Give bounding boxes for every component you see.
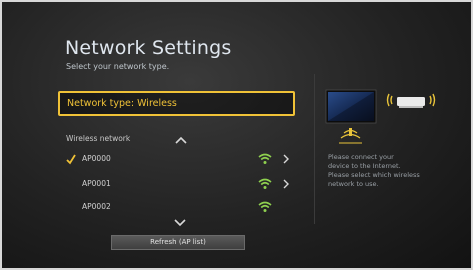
- network-name: AP0001: [82, 179, 111, 188]
- wifi-icon: [258, 178, 272, 189]
- network-item-ap0000[interactable]: AP0000: [60, 150, 296, 170]
- help-text: Please connect your device to the Intern…: [328, 153, 420, 188]
- network-item-ap0002[interactable]: AP0002: [60, 198, 296, 218]
- tv-wireless-icon: [339, 128, 362, 144]
- panel-divider: [314, 74, 315, 224]
- chevron-right-icon[interactable]: [283, 153, 290, 165]
- network-illustration: [325, 89, 436, 144]
- page-subtitle: Select your network type.: [66, 62, 170, 71]
- tv-icon: [325, 89, 377, 124]
- network-name: AP0000: [82, 154, 111, 163]
- refresh-button[interactable]: Refresh (AP list): [111, 235, 245, 250]
- page-title: Network Settings: [65, 37, 232, 59]
- chevron-right-icon[interactable]: [283, 178, 290, 190]
- chevron-down-icon[interactable]: [173, 218, 187, 228]
- network-list-label: Wireless network: [66, 134, 131, 143]
- tv-screen: Network Settings Select your network typ…: [0, 0, 473, 270]
- wifi-icon: [258, 201, 272, 212]
- network-type-selector[interactable]: Network type: Wireless: [58, 91, 295, 116]
- chevron-up-icon[interactable]: [174, 135, 188, 145]
- wifi-icon: [258, 153, 272, 164]
- router-icon: [386, 93, 436, 108]
- network-name: AP0002: [82, 202, 111, 211]
- network-list-header: Wireless network: [66, 134, 306, 146]
- network-item-ap0001[interactable]: AP0001: [60, 175, 296, 195]
- checkmark-icon: [66, 154, 76, 165]
